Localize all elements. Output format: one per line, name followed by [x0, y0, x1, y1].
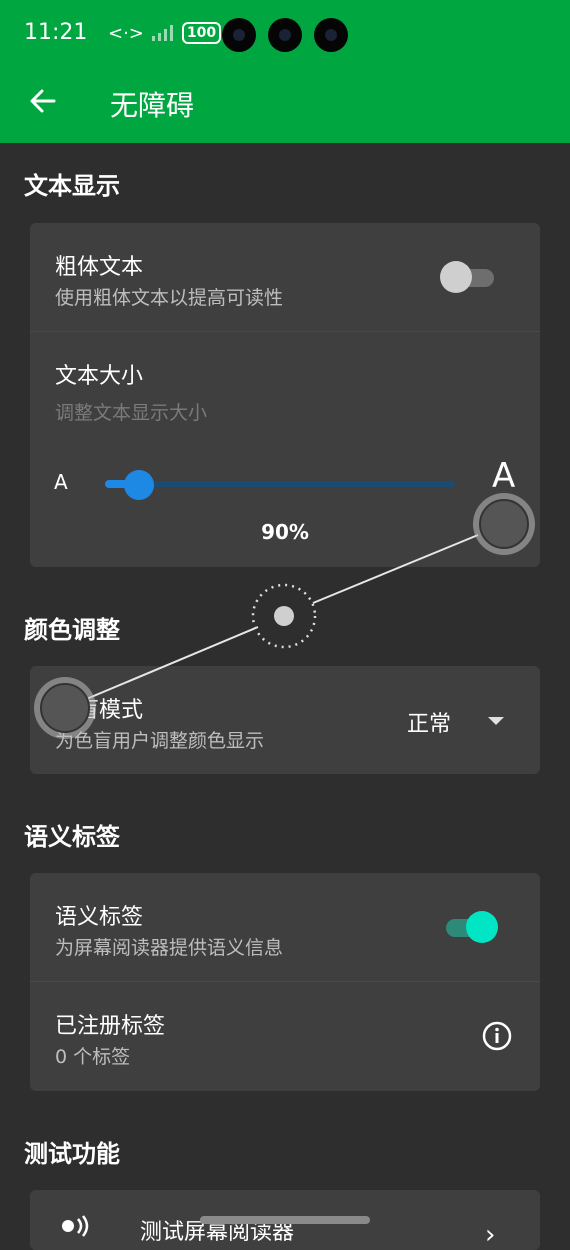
bold-text-row[interactable]: 粗体文本 使用粗体文本以提高可读性 [30, 223, 540, 331]
registered-labels-subtitle: 0 个标签 [55, 1046, 131, 1068]
registered-labels-title: 已注册标签 [55, 1014, 166, 1039]
slider-thumb[interactable] [124, 470, 155, 500]
back-arrow-icon[interactable] [26, 84, 60, 118]
info-icon[interactable] [481, 1020, 513, 1052]
section-title-test-features: 测试功能 [24, 1140, 120, 1168]
slider-track [105, 481, 455, 487]
color-blind-subtitle: 为色盲用户调整颜色显示 [55, 730, 265, 752]
home-indicator [200, 1216, 370, 1224]
text-size-subtitle: 调整文本显示大小 [55, 402, 208, 424]
color-blind-row[interactable]: 色盲模式 为色盲用户调整颜色显示 正常 [30, 666, 540, 774]
chevron-right-icon[interactable]: › [485, 1220, 495, 1250]
touch-point-middle [251, 583, 317, 649]
camera-icon [268, 18, 302, 52]
semantic-label-toggle[interactable] [440, 910, 498, 944]
section-title-color-adjust: 颜色调整 [24, 616, 120, 644]
color-blind-dropdown-value[interactable]: 正常 [407, 706, 451, 738]
text-display-card: 粗体文本 使用粗体文本以提高可读性 文本大小 调整文本显示大小 A A 90% [30, 223, 540, 567]
semantic-labels-card: 语义标签 为屏幕阅读器提供语义信息 已注册标签 0 个标签 [30, 873, 540, 1091]
text-size-row: 文本大小 调整文本显示大小 A A 90% [30, 332, 540, 567]
chevron-down-icon[interactable] [488, 717, 504, 725]
text-size-value: 90% [261, 520, 309, 544]
semantic-label-title: 语义标签 [55, 905, 144, 930]
status-icons: <·> 100 [108, 22, 222, 44]
app-bar: 11:21 <·> 100 无障碍 [0, 0, 570, 143]
color-blind-title: 色盲模式 [55, 698, 144, 723]
semantic-label-subtitle: 为屏幕阅读器提供语义信息 [55, 937, 284, 959]
bold-text-title: 粗体文本 [55, 255, 144, 280]
camera-icon [314, 18, 348, 52]
network-icon: <·> [108, 22, 144, 44]
bold-text-subtitle: 使用粗体文本以提高可读性 [55, 287, 284, 309]
speaker-icon [62, 1215, 89, 1237]
registered-labels-row[interactable]: 已注册标签 0 个标签 [30, 982, 540, 1091]
page-title: 无障碍 [110, 89, 195, 122]
text-size-small-label: A [54, 470, 68, 494]
text-size-title: 文本大小 [55, 364, 144, 389]
text-size-large-label: A [492, 456, 516, 496]
battery-icon: 100 [181, 22, 222, 44]
semantic-label-row[interactable]: 语义标签 为屏幕阅读器提供语义信息 [30, 873, 540, 981]
status-time: 11:21 [24, 20, 88, 45]
section-title-text-display: 文本显示 [24, 172, 120, 200]
camera-icon [222, 18, 256, 52]
signal-icon [151, 25, 173, 41]
bold-text-toggle[interactable] [440, 260, 496, 294]
color-adjust-card: 色盲模式 为色盲用户调整颜色显示 正常 [30, 666, 540, 774]
section-title-semantic-labels: 语义标签 [24, 823, 120, 851]
text-size-slider[interactable] [105, 470, 455, 510]
